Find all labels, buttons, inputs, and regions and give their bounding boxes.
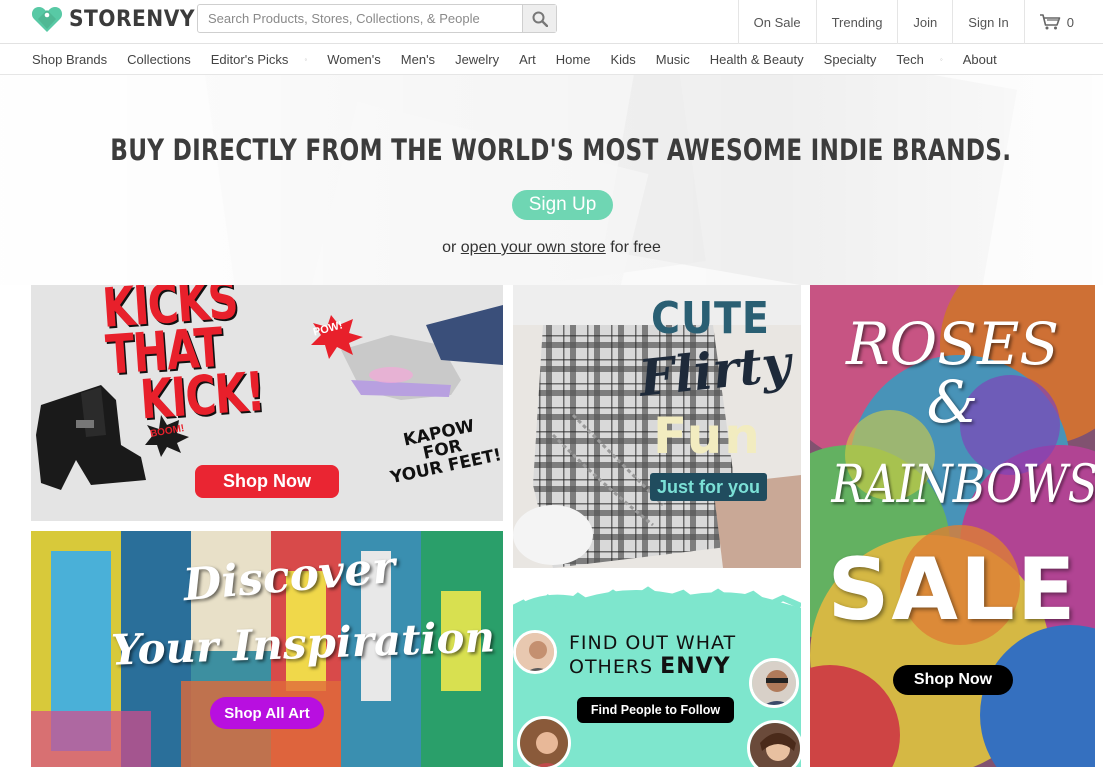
cart-icon (1039, 14, 1061, 30)
kicks-headline: KICKS THAT KICK! (100, 285, 266, 432)
search-icon (532, 11, 548, 27)
hero-sub-prefix: or (442, 239, 457, 256)
nav-tech[interactable]: Tech (896, 52, 923, 67)
search-input[interactable] (198, 5, 522, 32)
hero-banner: BUY DIRECTLY FROM THE WORLD'S MOST AWESO… (0, 75, 1103, 285)
hero-sub-suffix: for free (610, 239, 661, 256)
person-avatar-icon (750, 723, 800, 767)
shop-all-art-button[interactable]: Shop All Art (210, 697, 324, 729)
search-button[interactable] (522, 5, 556, 32)
kicks-line-3: KICK! (138, 360, 266, 432)
nav-music[interactable]: Music (656, 52, 690, 67)
nav-separator: ◦ (304, 54, 308, 64)
roses-line-1: ROSES (845, 310, 1060, 378)
roses-ampersand: & (926, 368, 979, 436)
top-header: STORENVY On Sale Trending Join Sign In 0 (0, 0, 1103, 44)
envy-line-2-prefix: OTHERS (569, 656, 654, 678)
nav-jewelry[interactable]: Jewelry (455, 52, 499, 67)
nav-art[interactable]: Art (519, 52, 536, 67)
trending-link[interactable]: Trending (815, 0, 898, 44)
cart-button[interactable]: 0 (1023, 0, 1088, 44)
nav-mens[interactable]: Men's (401, 52, 435, 67)
nav-collections[interactable]: Collections (127, 52, 191, 67)
nav-health-beauty[interactable]: Health & Beauty (710, 52, 804, 67)
nav-home[interactable]: Home (556, 52, 591, 67)
join-link[interactable]: Join (897, 0, 952, 44)
promo-cute-flirty-fun[interactable]: CUTE Flirty Fun Just for you (513, 285, 801, 568)
logo-text: STORENVY (69, 6, 195, 32)
nav-specialty[interactable]: Specialty (824, 52, 877, 67)
promo-find-people[interactable]: FIND OUT WHAT OTHERS ENVY Find People to… (513, 578, 801, 767)
find-people-button[interactable]: Find People to Follow (577, 697, 734, 723)
promo-discover-art[interactable]: Discover Your Inspiration Shop All Art (31, 531, 503, 767)
nav-about[interactable]: About (963, 52, 997, 67)
avatar[interactable] (749, 658, 799, 708)
nav-kids[interactable]: Kids (610, 52, 635, 67)
search-bar (197, 4, 557, 33)
sign-up-button[interactable]: Sign Up (512, 190, 613, 220)
nav-separator: ◦ (939, 54, 943, 64)
promo-kicks[interactable]: KICKS THAT KICK! POW! BOOM! KAPOW FOR YO… (31, 285, 503, 521)
cart-count: 0 (1066, 14, 1074, 30)
roses-shop-now-button[interactable]: Shop Now (893, 665, 1013, 695)
hero-subtext: or open your own store for free (0, 239, 1103, 257)
person-avatar-icon (520, 719, 568, 767)
nav-editors-picks[interactable]: Editor's Picks (211, 52, 289, 67)
envy-line-2-strong: ENVY (660, 654, 731, 679)
nav-womens[interactable]: Women's (327, 52, 381, 67)
avatar[interactable] (517, 716, 571, 767)
on-sale-link[interactable]: On Sale (737, 0, 816, 44)
avatar[interactable] (747, 720, 801, 767)
envy-line-2: OTHERS ENVY (569, 654, 731, 679)
category-nav: Shop Brands Collections Editor's Picks ◦… (0, 44, 1103, 75)
envy-line-1: FIND OUT WHAT (569, 632, 737, 654)
avatar[interactable] (513, 630, 557, 674)
rainbows-line: RAINBOWS (831, 455, 1095, 515)
promo-roses-rainbows[interactable]: ROSES & RAINBOWS SALE Shop Now (810, 285, 1095, 767)
kicks-shop-now-button[interactable]: Shop Now (195, 465, 339, 498)
open-store-link[interactable]: open your own store (461, 239, 606, 256)
nav-shop-brands[interactable]: Shop Brands (32, 52, 107, 67)
hero-title: BUY DIRECTLY FROM THE WORLD'S MOST AWESO… (110, 133, 1012, 167)
sign-in-link[interactable]: Sign In (952, 0, 1023, 44)
top-links: On Sale Trending Join Sign In 0 (737, 0, 1088, 44)
sale-text: SALE (827, 540, 1078, 640)
storenvy-logo[interactable]: STORENVY (31, 3, 206, 35)
heart-tag-icon (31, 7, 63, 32)
cute-line-3: Fun (653, 407, 762, 465)
cute-tagline: Just for you (650, 473, 768, 501)
roses-headline: ROSES & (810, 315, 1095, 431)
